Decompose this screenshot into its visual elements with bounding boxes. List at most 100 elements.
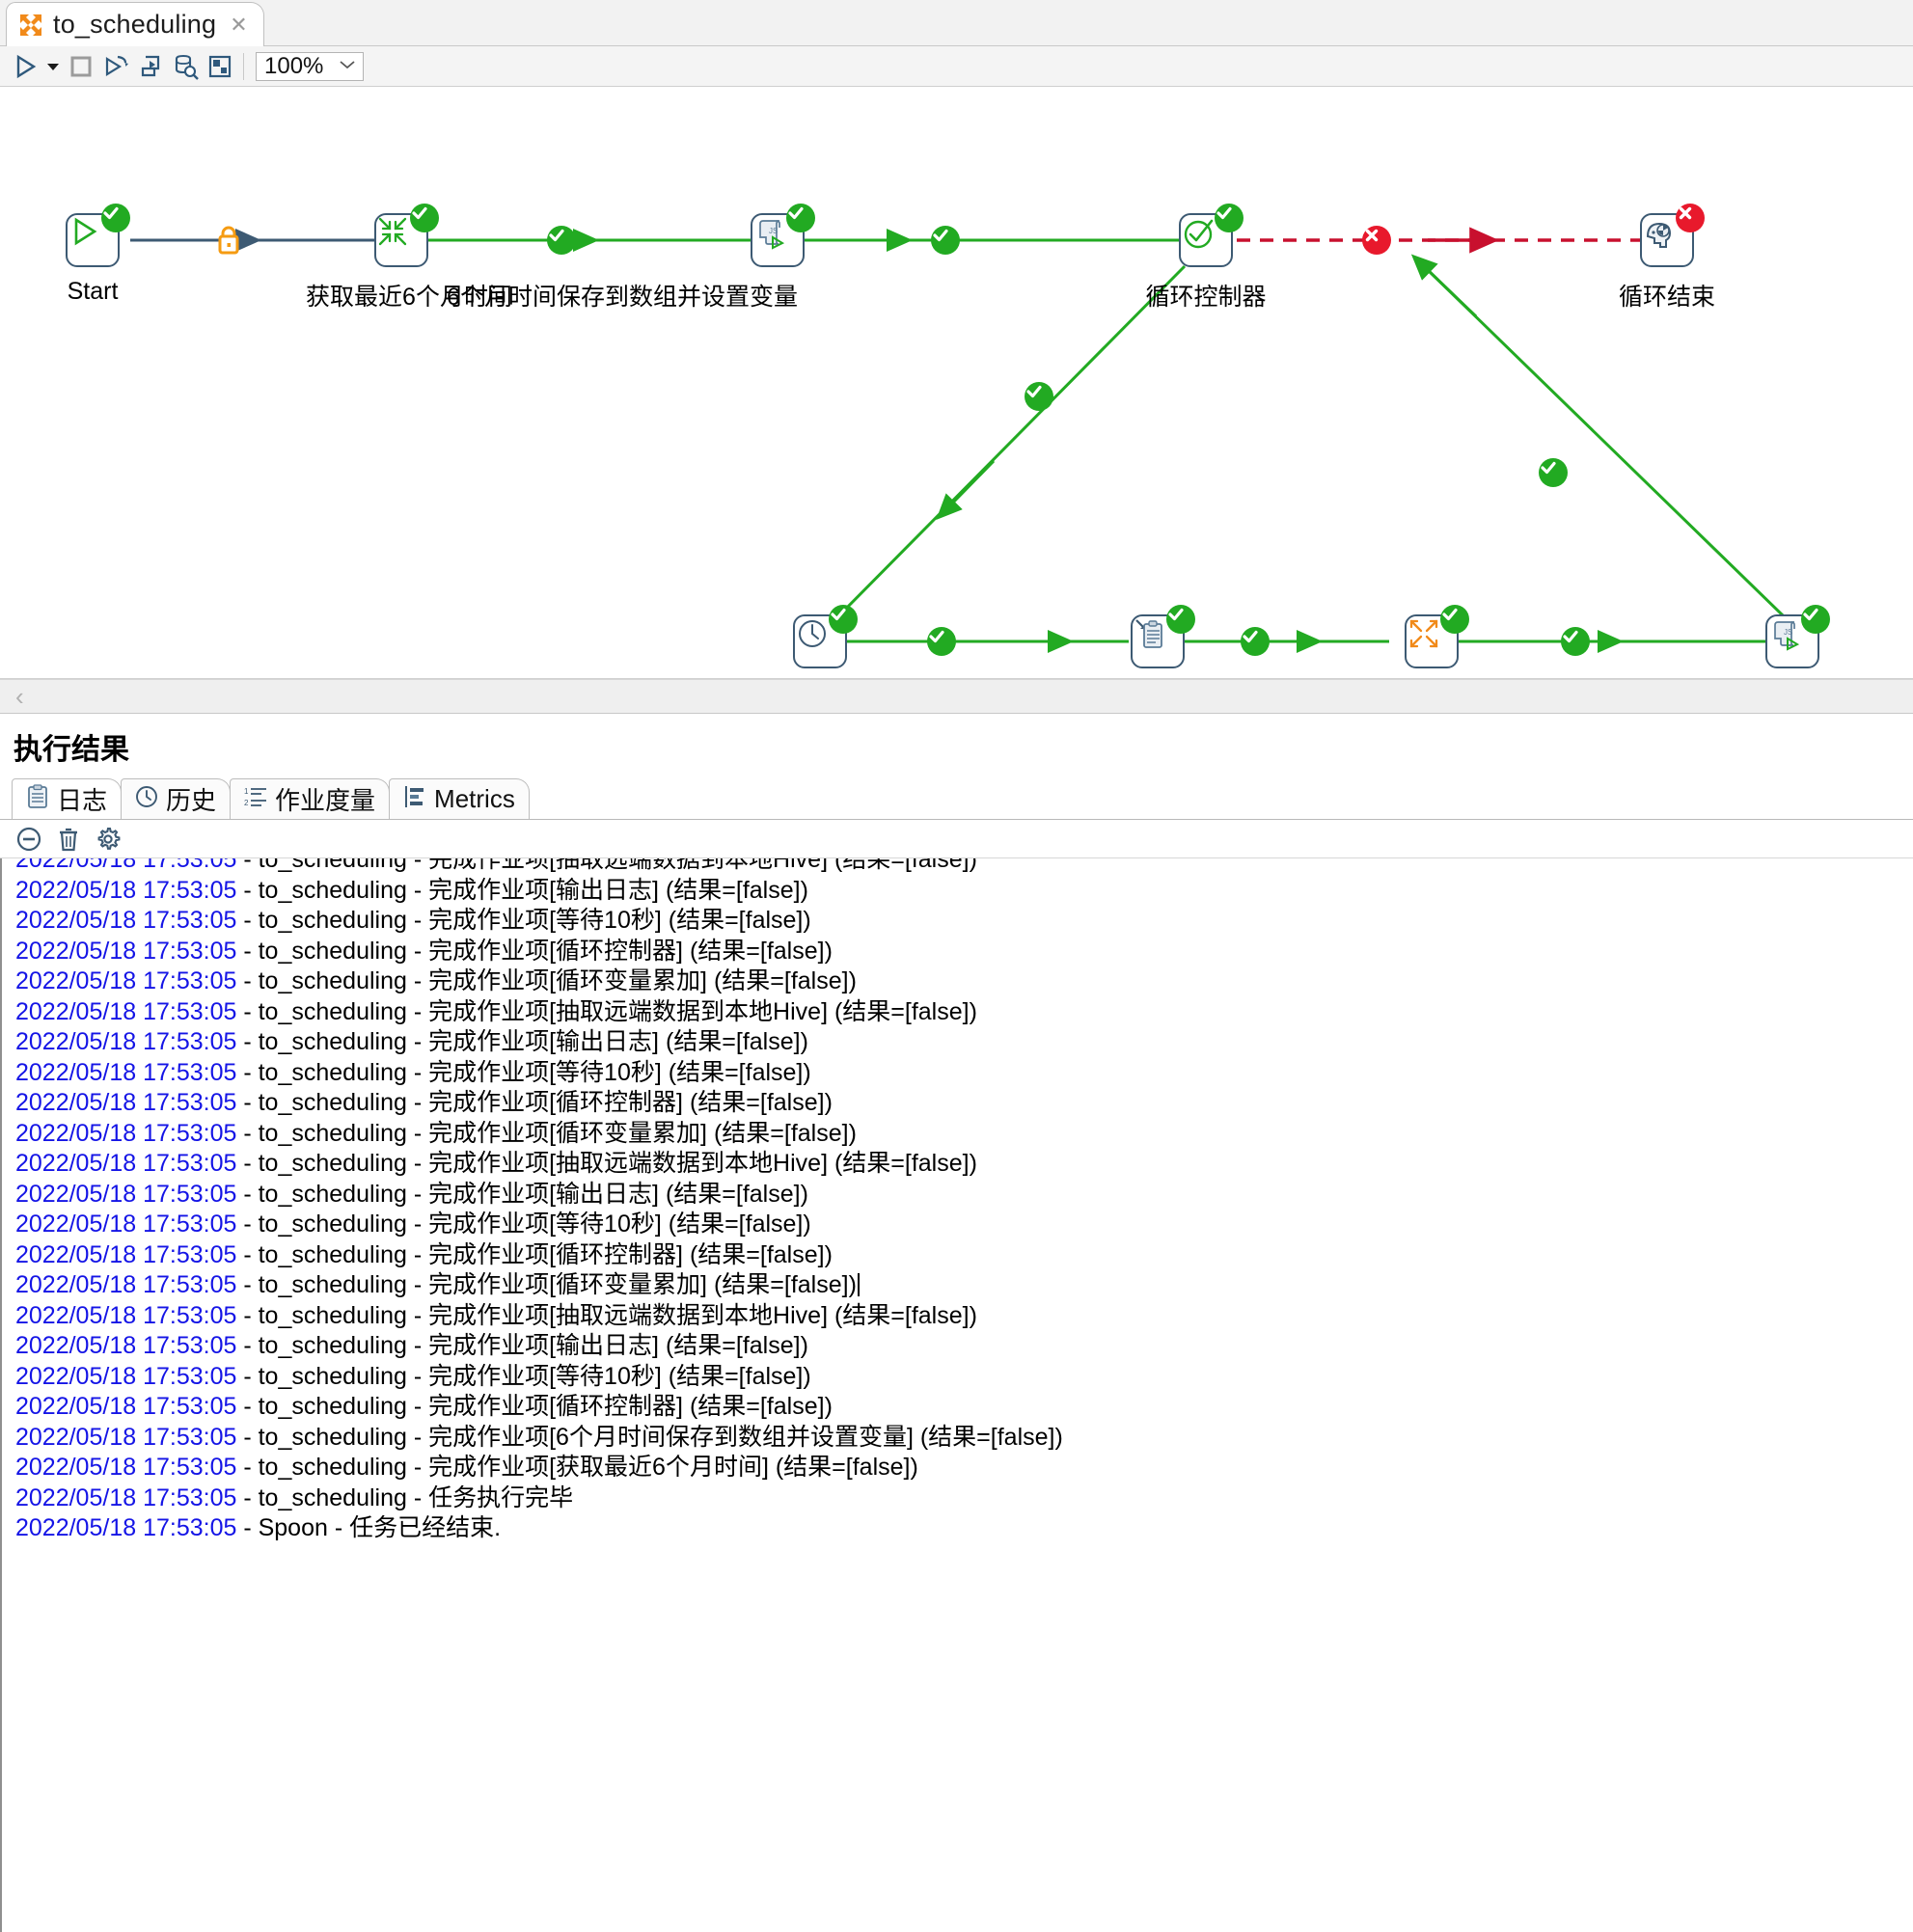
log-timestamp: 2022/05/18 17:53:05 [15,1058,237,1086]
editor-tabstrip: to_scheduling ✕ [0,0,1913,46]
status-badge-error [1676,204,1705,232]
log-message: - to_scheduling - 完成作业项[等待10秒] (结果=[fals… [236,1362,811,1390]
transformation-arrows-icon [1409,619,1438,648]
trash-icon[interactable] [56,826,81,853]
clock-icon [799,620,826,647]
node-wait10[interactable] [793,605,858,668]
log-message: - to_scheduling - 完成作业项[抽取远端数据到本地Hive] (… [236,1150,977,1177]
pause-button[interactable] [133,49,168,84]
hop-status-ok[interactable] [547,226,576,255]
minus-circle-icon[interactable] [15,826,42,853]
log-line: 2022/05/18 17:53:05 - to_scheduling - 完成… [15,1240,1913,1271]
status-badge-ok [1215,204,1243,232]
log-message: - to_scheduling - 完成作业项[循环变量累加] (结果=[fal… [236,967,857,994]
tab-log-label: 日志 [57,786,108,815]
node-write-log[interactable] [1131,605,1195,668]
log-timestamp: 2022/05/18 17:53:05 [15,1089,237,1116]
run-next-button[interactable] [98,49,133,84]
log-message: - to_scheduling - 完成作业项[抽取远端数据到本地Hive] (… [236,858,977,873]
log-message: - to_scheduling - 完成作业项[获取最近6个月时间] (结果=[… [236,1454,918,1481]
hop-status-ok[interactable] [1561,627,1590,656]
log-timestamp: 2022/05/18 17:53:05 [15,997,237,1025]
tab-log[interactable]: 日志 [12,778,123,819]
run-options-caret-icon[interactable] [42,49,64,84]
node-get6m[interactable] [374,204,439,267]
log-line: 2022/05/18 17:53:05 - to_scheduling - 完成… [15,1301,1913,1332]
node-start[interactable] [66,204,130,267]
db-explore-button[interactable] [168,49,203,84]
log-line: 2022/05/18 17:53:05 - to_scheduling - 完成… [15,858,1913,876]
tab-job-metrics[interactable]: 1 2 作业度量 [230,778,391,819]
job-toolbar: 100% [0,46,1913,87]
gear-icon[interactable] [95,826,122,853]
log-message: - to_scheduling - 完成作业项[等待10秒] (结果=[fals… [236,1058,811,1086]
status-badge-ok [829,605,858,634]
log-line: 2022/05/18 17:53:05 - to_scheduling - 完成… [15,997,1913,1028]
hop-status-ok[interactable] [927,627,956,656]
log-message: - to_scheduling - 完成作业项[抽取远端数据到本地Hive] (… [236,1301,977,1329]
log-message: - to_scheduling - 任务执行完毕 [236,1483,574,1511]
canvas-horizontal-scrollbar[interactable]: ‹ [0,679,1913,714]
canvas-surface[interactable]: Start 获取最近6个月时间 JS 6个月时间保存到数组并设置变量 循环控制器… [0,87,1913,678]
check-circle-icon [1184,219,1214,249]
hop-status-ok[interactable] [1025,382,1053,411]
run-button[interactable] [8,49,42,84]
node-save6m[interactable]: JS [751,204,815,267]
hop-status-ok[interactable] [931,226,960,255]
numbered-list-icon: 1 2 [244,785,267,813]
zoom-select[interactable]: 100% [256,51,364,81]
javascript-icon: JS [1774,621,1800,651]
hop-status-ok[interactable] [1539,458,1568,487]
log-line: 2022/05/18 17:53:05 - to_scheduling - 完成… [15,1210,1913,1240]
log-message: - to_scheduling - 完成作业项[循环控制器] (结果=[fals… [236,1240,833,1268]
log-line: 2022/05/18 17:53:05 - to_scheduling - 完成… [15,1180,1913,1211]
log-message: - to_scheduling - 完成作业项[输出日志] (结果=[false… [236,1180,808,1208]
collapse-arrows-icon [378,217,407,246]
log-timestamp: 2022/05/18 17:53:05 [15,1483,237,1511]
editor-tab-label: to_scheduling [53,10,217,39]
tab-metrics-label: Metrics [434,784,515,813]
log-output-area[interactable]: 2022/05/18 17:53:05 - to_scheduling - 完成… [0,858,1913,1932]
svg-text:1: 1 [244,787,249,796]
log-line: 2022/05/18 17:53:05 - to_scheduling - 完成… [15,1331,1913,1362]
log-line: 2022/05/18 17:53:05 - to_scheduling - 完成… [15,1392,1913,1423]
chevron-left-icon[interactable]: ‹ [15,684,24,709]
close-icon[interactable]: ✕ [226,14,247,36]
tab-metrics[interactable]: Metrics [389,778,530,819]
log-line: 2022/05/18 17:53:05 - to_scheduling - 完成… [15,937,1913,967]
log-timestamp: 2022/05/18 17:53:05 [15,907,237,934]
log-message: - to_scheduling - 完成作业项[输出日志] (结果=[false… [236,876,808,904]
tab-history[interactable]: 历史 [121,778,232,819]
results-panel-title: 执行结果 [0,714,1913,777]
job-canvas[interactable]: Start 获取最近6个月时间 JS 6个月时间保存到数组并设置变量 循环控制器… [0,87,1913,679]
log-message: - to_scheduling - 完成作业项[循环控制器] (结果=[fals… [236,1089,833,1116]
log-toolbar [0,820,1913,858]
node-loop-var-inc[interactable]: JS [1765,605,1830,668]
status-badge-ok [410,204,439,232]
stop-button[interactable] [64,49,98,84]
editor-tab-to-scheduling[interactable]: to_scheduling ✕ [6,2,264,46]
show-results-button[interactable] [203,49,237,84]
status-badge-ok [1440,605,1469,634]
node-hive-transform[interactable] [1405,605,1469,668]
transformation-icon [18,13,43,38]
log-timestamp: 2022/05/18 17:53:05 [15,1332,237,1359]
status-badge-ok [786,204,815,232]
log-timestamp: 2022/05/18 17:53:05 [15,1423,237,1451]
log-timestamp: 2022/05/18 17:53:05 [15,967,237,994]
tab-job-metrics-label: 作业度量 [275,786,376,815]
log-message: - to_scheduling - 完成作业项[抽取远端数据到本地Hive] (… [236,997,977,1025]
log-line: 2022/05/18 17:53:05 - to_scheduling - 完成… [15,1119,1913,1150]
svg-text:JS: JS [1784,628,1792,637]
hop-status-error[interactable] [1362,226,1391,255]
log-clipboard-icon [26,784,49,814]
hop-status-ok[interactable] [1241,627,1270,656]
log-timestamp: 2022/05/18 17:53:05 [15,1150,237,1177]
zoom-value: 100% [264,52,324,79]
toolbar-divider [243,52,244,80]
node-loop-controller[interactable] [1179,204,1243,267]
log-timestamp: 2022/05/18 17:53:05 [15,1301,237,1329]
node-loop-end[interactable] [1640,204,1705,267]
text-cursor [857,1273,860,1296]
log-timestamp: 2022/05/18 17:53:05 [15,1514,237,1541]
